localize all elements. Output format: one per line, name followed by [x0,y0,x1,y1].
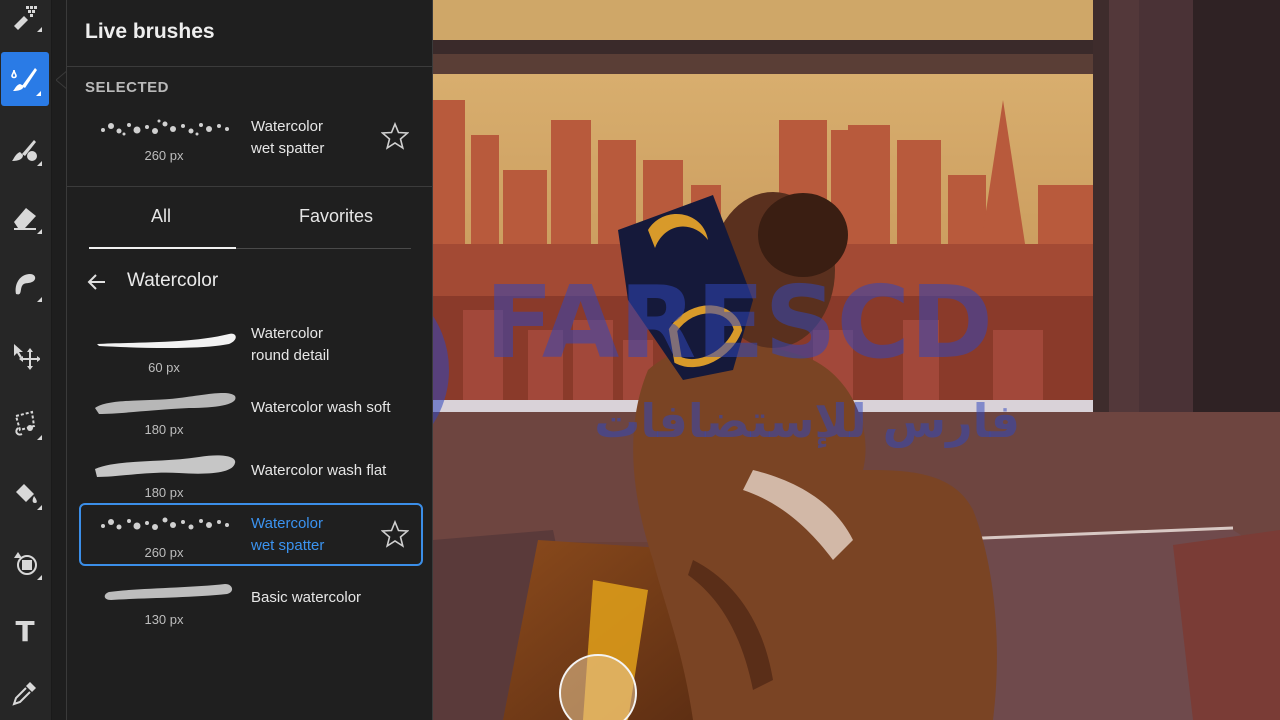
transform-icon [14,552,37,575]
wet-spatter-stroke-preview [101,119,229,136]
illustration [433,0,1280,720]
move-tool[interactable] [0,328,50,382]
panel-title: Live brushes [85,20,215,43]
brush-size: 130 px [144,612,184,627]
brush-size: 60 px [148,360,180,375]
pixel-brush-icon [14,6,37,30]
live-brushes-panel: Live brushes SELECTED 260 px Watercolor … [66,0,433,720]
brush-name-line1: Basic watercolor [251,589,362,606]
lasso-icon [14,410,36,436]
wash-flat-stroke-preview [95,455,236,477]
brush-item[interactable]: 180 px Watercolor wash soft [79,380,423,442]
brush-name: Basic watercolor [251,587,361,609]
transform-tool[interactable] [0,536,50,590]
healing-icon [15,274,36,295]
brush-name-line2: wet spatter [251,140,325,157]
brush-size: 180 px [144,422,184,437]
brush-name: Watercolor wash flat [251,460,386,482]
tab-active-indicator [89,247,236,249]
fill-icon [16,484,37,503]
brush-size: 260 px [144,545,184,560]
brush-name: Watercolor round detail [251,323,329,367]
brush-name-line1: Watercolor [251,118,323,135]
brush-item[interactable]: 130 px Basic watercolor [79,570,423,632]
smudge-brush-tool[interactable] [0,122,50,176]
brush-name: Watercolor wet spatter [251,513,324,557]
tab-favorites[interactable]: Favorites [299,206,373,227]
selected-section-label: SELECTED [85,79,170,96]
tab-all[interactable]: All [151,206,171,227]
back-arrow-icon[interactable] [85,270,109,294]
live-brush-icon [11,68,37,91]
brush-name-line1: Watercolor wash soft [251,399,391,416]
divider [67,66,432,67]
wet-spatter-stroke-preview [101,517,229,530]
category-title: Watercolor [127,270,219,291]
tab-track [236,248,411,249]
pixel-brush-tool[interactable] [0,0,50,42]
text-tool[interactable]: T [0,604,50,658]
eraser-icon [14,208,36,230]
move-icon [14,344,40,370]
brush-size: 180 px [144,485,184,500]
fill-tool[interactable] [0,466,50,520]
brush-size: 260 px [144,148,184,163]
selected-brush[interactable]: 260 px Watercolor wet spatter [79,106,423,168]
round-detail-stroke-preview [97,333,236,348]
favorite-star-icon[interactable] [381,122,409,150]
brush-name-line1: Watercolor [251,325,323,342]
brush-item-selected[interactable]: 260 px Watercolor wet spatter [79,503,423,566]
eyedropper-tool[interactable] [0,666,50,720]
brush-name: Watercolor wash soft [251,397,391,419]
text-icon: T [15,614,35,648]
favorite-star-icon[interactable] [381,520,409,548]
smudge-brush-icon [12,140,37,161]
eraser-tool[interactable] [0,190,50,244]
lasso-tool[interactable] [0,396,50,450]
divider [67,186,432,187]
live-brush-tool[interactable] [1,52,49,106]
brush-item[interactable]: 180 px Watercolor wash flat [79,443,423,505]
brush-name-line1: Watercolor wash flat [251,462,387,479]
eyedropper-icon [12,682,36,706]
canvas-artwork[interactable] [433,0,1280,720]
wash-soft-stroke-preview [95,392,236,414]
brush-name-line2: round detail [251,347,330,364]
brush-item[interactable]: 60 px Watercolor round detail [79,318,423,380]
basic-watercolor-stroke-preview [104,584,233,600]
brush-name: Watercolor wet spatter [251,116,324,160]
brush-name-line1: Watercolor [251,515,323,532]
brush-name-line2: wet spatter [251,537,325,554]
healing-tool[interactable] [0,258,50,312]
tool-bar: T [0,0,52,720]
